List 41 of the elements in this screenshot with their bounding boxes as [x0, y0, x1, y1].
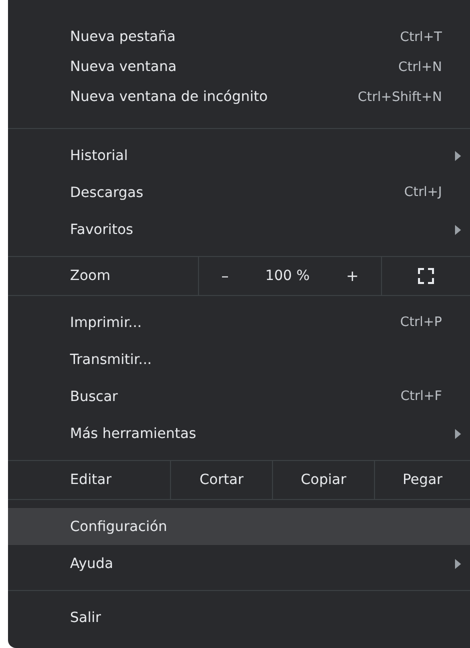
menu-item-label: Configuración [70, 518, 168, 534]
menu-item-label: Nueva pestaña [70, 29, 177, 45]
zoom-value: 100 % [265, 268, 310, 284]
edit-label: Editar [69, 471, 112, 490]
zoom-out-button[interactable]: – [213, 263, 237, 289]
menu-item-label: Descargas [70, 184, 144, 200]
shortcut-label: Ctrl+F [400, 389, 442, 404]
zoom-in-button[interactable]: + [338, 263, 367, 289]
menu-item[interactable]: Ayuda [8, 545, 470, 582]
menu-item-label: Buscar [70, 388, 119, 404]
menu-item[interactable]: Imprimir... Ctrl+P [8, 304, 470, 341]
menu-item[interactable]: Nueva ventana Ctrl+N [8, 52, 470, 82]
edit-button[interactable]: Cortar [170, 461, 272, 499]
shortcut-label: Ctrl+P [400, 315, 442, 330]
menu-item[interactable]: Transmitir... [8, 341, 470, 378]
menu-item-label: Más herramientas [70, 426, 198, 442]
menu-item-label: Salir [70, 610, 102, 626]
menu-item-label: Nueva ventana de incógnito [70, 89, 269, 105]
shortcut-label: Ctrl+T [400, 30, 442, 44]
menu-item[interactable]: Buscar Ctrl+F [8, 378, 470, 415]
menu-item-label: Transmitir... [70, 352, 153, 368]
menu-item[interactable]: Historial [8, 137, 470, 174]
menu-item-label: Favoritos [70, 222, 134, 238]
menu-item-label: Historial [70, 148, 129, 164]
shortcut-label: Ctrl+Shift+N [358, 90, 442, 104]
shortcut-label: Ctrl+J [404, 185, 442, 200]
menu-item-label: Nueva ventana [70, 59, 178, 75]
menu-item[interactable]: Nueva pestaña Ctrl+T [8, 22, 470, 52]
menu-item[interactable]: Más herramientas [8, 415, 470, 452]
shortcut-label: Ctrl+N [398, 60, 442, 74]
zoom-label: Zoom [69, 267, 112, 286]
edit-button[interactable]: Pegar [374, 461, 470, 499]
edit-button[interactable]: Copiar [272, 461, 374, 499]
menu-item[interactable]: Nueva ventana de incógnito Ctrl+Shift+N [8, 82, 470, 112]
menu-item-label: Ayuda [70, 556, 114, 572]
fullscreen-icon [418, 268, 434, 284]
menu-item[interactable]: Descargas Ctrl+J [8, 174, 470, 211]
menu-item[interactable]: Configuración [8, 508, 470, 545]
menu-item[interactable]: Favoritos [8, 211, 470, 248]
menu-item-label: Imprimir... [70, 314, 143, 330]
menu-item[interactable]: Salir [8, 599, 470, 636]
